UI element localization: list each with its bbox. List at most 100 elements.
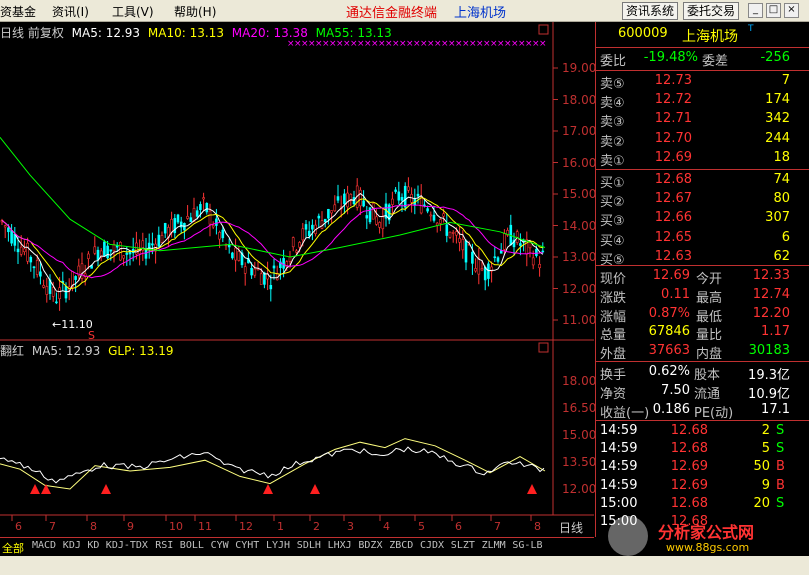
menu-info[interactable]: 资讯(I) bbox=[52, 3, 89, 20]
level-volume: 174 bbox=[765, 92, 790, 108]
level-label: 买③ bbox=[600, 214, 625, 230]
quote-label: 外盘 bbox=[600, 347, 627, 363]
candle-body bbox=[295, 250, 298, 253]
candle-body bbox=[439, 219, 442, 224]
indicator-tab[interactable]: KDJ-TDX bbox=[106, 540, 148, 551]
fin-row: 净资 7.50 流通 10.9亿 bbox=[596, 383, 809, 402]
tick-row[interactable]: 14:59 12.68 5 S bbox=[596, 441, 809, 459]
sell-level-row[interactable]: 卖① 12.69 18 bbox=[596, 149, 809, 169]
candle-body bbox=[103, 241, 106, 257]
quote-row: 涨幅 0.87% 最低 12.20 bbox=[596, 305, 809, 325]
sell-signal-mark: S bbox=[88, 329, 95, 342]
buy-level-row[interactable]: 买③ 12.66 307 bbox=[596, 210, 809, 230]
candle-body bbox=[336, 196, 340, 201]
sell-level-row[interactable]: 卖② 12.70 244 bbox=[596, 131, 809, 150]
candle-body bbox=[119, 242, 122, 261]
indicator-tab[interactable]: SDLH bbox=[297, 540, 321, 551]
menu-tools[interactable]: 工具(V) bbox=[112, 3, 154, 20]
indicator-tab[interactable]: SLZT bbox=[451, 540, 475, 551]
candle-body bbox=[419, 196, 423, 214]
info-system-button[interactable]: 资讯系统 bbox=[622, 2, 679, 20]
candle-body bbox=[218, 232, 221, 240]
indicator-tab[interactable]: KDJ bbox=[63, 540, 81, 551]
indicator-tab[interactable]: LYJH bbox=[266, 540, 290, 551]
buy-signal-triangle bbox=[310, 484, 320, 494]
candle-body bbox=[71, 271, 74, 287]
sub-glp-legend: GLP: 13.19 bbox=[108, 344, 174, 358]
indicator-tab[interactable]: CYW bbox=[211, 540, 229, 551]
close-icon[interactable]: × bbox=[784, 3, 799, 18]
candle-body bbox=[416, 193, 420, 197]
indicator-tab[interactable]: 全部 bbox=[2, 540, 24, 556]
candle-body bbox=[45, 286, 49, 295]
candle-body bbox=[359, 189, 362, 207]
tick-time: 14:59 bbox=[600, 441, 638, 457]
candle-body bbox=[122, 255, 125, 259]
indicator-tab-bar: 全部 MACD KDJ KD KDJ-TDX RSI BOLL CYW CYHT LYJH SDLH… bbox=[0, 537, 594, 556]
level-price: 12.67 bbox=[654, 191, 692, 207]
candle-body bbox=[26, 242, 29, 262]
tick-row[interactable]: 14:59 12.69 9 B bbox=[596, 478, 809, 496]
candle-body bbox=[234, 247, 237, 261]
kline-chart[interactable]: × × × × × × × × × × × × × × × × × × × × × × × × × × × × × × × × × × × × × 67… bbox=[0, 22, 596, 537]
indicator-tab[interactable]: KD bbox=[87, 540, 99, 551]
candle-body bbox=[531, 257, 535, 266]
candle-body bbox=[371, 203, 375, 220]
candle-body bbox=[13, 233, 17, 246]
indicator-tab[interactable]: ZLMM bbox=[482, 540, 506, 551]
quote-row: 现价 12.69 今开 12.33 bbox=[596, 268, 809, 287]
buy-level-row[interactable]: 买④ 12.65 6 bbox=[596, 230, 809, 249]
indicator-tab[interactable]: RSI bbox=[155, 540, 173, 551]
indicator-tab[interactable]: BDZX bbox=[358, 540, 382, 551]
main-indicator-legend: 日线 前复权 MA5: 12.93 MA10: 13.13 MA20: 13.3… bbox=[0, 24, 392, 41]
candle-body bbox=[195, 210, 199, 217]
sell-level-row[interactable]: 卖③ 12.71 342 bbox=[596, 111, 809, 130]
indicator-tab[interactable]: MACD bbox=[32, 540, 56, 551]
candle-body bbox=[87, 253, 90, 259]
period-tab[interactable]: 日线 bbox=[559, 519, 583, 536]
indicator-tab[interactable]: LHXJ bbox=[328, 540, 352, 551]
trade-button[interactable]: 委托交易 bbox=[683, 2, 740, 20]
candle-body bbox=[202, 197, 205, 200]
tick-row[interactable]: 14:59 12.69 50 B bbox=[596, 459, 809, 477]
expand-icon[interactable] bbox=[538, 24, 549, 35]
tick-row[interactable]: 15:00 12.68 20 S bbox=[596, 496, 809, 514]
candle-body bbox=[7, 227, 10, 233]
level-price: 12.69 bbox=[654, 149, 692, 165]
x-tick-label: 5 bbox=[418, 520, 425, 533]
level-volume: 80 bbox=[773, 191, 790, 207]
buy-signal-triangle bbox=[101, 484, 111, 494]
candle-body bbox=[144, 250, 148, 259]
indicator-tab[interactable]: CJDX bbox=[420, 540, 444, 551]
level-label: 买② bbox=[600, 195, 625, 211]
quote-row: 外盘 37663 内盘 30183 bbox=[596, 343, 809, 363]
candle-body bbox=[435, 222, 439, 226]
indicator-tab[interactable]: CYHT bbox=[235, 540, 259, 551]
indicator-tab[interactable]: SG-LB bbox=[512, 540, 542, 551]
candle-body bbox=[397, 191, 401, 201]
buy-level-row[interactable]: 买① 12.68 74 bbox=[596, 172, 809, 191]
watermark-flower-icon bbox=[608, 516, 648, 556]
sell-level-row[interactable]: 卖⑤ 12.73 7 bbox=[596, 73, 809, 92]
quote-value-2: 12.20 bbox=[752, 305, 790, 321]
candle-body bbox=[39, 271, 42, 277]
tick-price: 12.69 bbox=[670, 477, 708, 493]
sell-level-row[interactable]: 卖④ 12.72 174 bbox=[596, 92, 809, 111]
expand-sub-icon[interactable] bbox=[538, 342, 549, 353]
candle-body bbox=[160, 235, 164, 243]
tick-row[interactable]: 14:59 12.68 2 S bbox=[596, 423, 809, 441]
quote-value-2: 12.33 bbox=[752, 268, 790, 283]
level-price: 12.63 bbox=[654, 248, 692, 264]
chart-canvas[interactable]: × × × × × × × × × × × × × × × × × × × × × × × × × × × × × × × × × × × × × 67… bbox=[0, 22, 594, 537]
candle-body bbox=[23, 248, 26, 253]
minimize-icon[interactable]: _ bbox=[748, 3, 763, 18]
indicator-tab[interactable]: BOLL bbox=[180, 540, 204, 551]
maximize-icon[interactable]: □ bbox=[766, 3, 781, 18]
indicator-tab[interactable]: ZBCD bbox=[389, 540, 413, 551]
quote-value: 67846 bbox=[648, 324, 690, 340]
menu-fund[interactable]: 资基金 bbox=[0, 3, 36, 20]
buy-level-row[interactable]: 买② 12.67 80 bbox=[596, 191, 809, 211]
candle-body bbox=[259, 273, 263, 285]
tick-price: 12.68 bbox=[670, 441, 708, 457]
menu-help[interactable]: 帮助(H) bbox=[174, 3, 216, 20]
